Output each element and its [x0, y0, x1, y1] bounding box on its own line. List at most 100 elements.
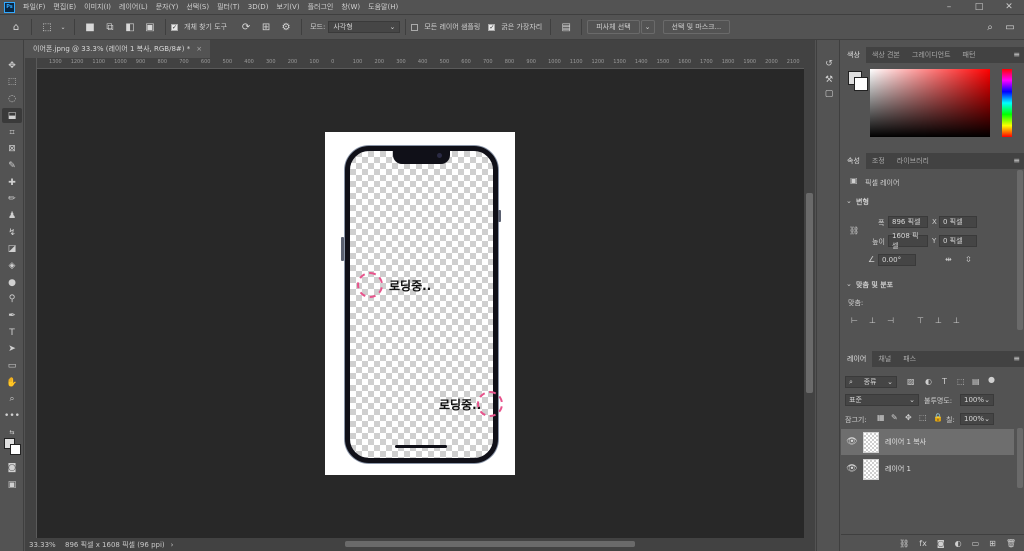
eye-icon[interactable]: 👁 [841, 437, 863, 447]
background-color-swatch[interactable] [10, 444, 21, 455]
marquee-tool-icon[interactable]: ⬚ [2, 74, 22, 89]
dodge-tool-icon[interactable]: ⚲ [2, 291, 22, 306]
align-left-icon[interactable]: ⊢ [851, 316, 858, 325]
lasso-tool-icon[interactable]: ◌ [2, 91, 22, 106]
tab-patterns[interactable]: 패턴 [957, 47, 982, 63]
vertical-scrollbar[interactable] [804, 58, 815, 538]
eraser-tool-icon[interactable]: ◪ [2, 241, 22, 256]
filter-pixel-icon[interactable]: ▨ [907, 377, 915, 386]
lock-position-icon[interactable]: ✥ [905, 413, 912, 422]
filter-toggle-icon[interactable]: ● [988, 375, 995, 384]
tab-swatches[interactable]: 색상 견본 [866, 47, 906, 63]
layer-name[interactable]: 레이어 1 복사 [885, 437, 926, 447]
select-subject-button[interactable]: 피사체 선택 [587, 20, 640, 34]
eyedropper-tool-icon[interactable]: ✎ [2, 158, 22, 173]
tab-paths[interactable]: 패스 [897, 351, 922, 367]
healing-brush-icon[interactable]: ✚ [2, 175, 22, 190]
link-icon[interactable]: ⛓ [849, 226, 859, 235]
panel-menu-icon[interactable]: ≡ [1013, 354, 1020, 363]
zoom-level[interactable]: 33.33% [29, 541, 65, 549]
select-subject-dropdown[interactable]: ⌄ [640, 20, 655, 34]
horizontal-scroll-thumb[interactable] [345, 541, 635, 547]
paint-bucket-icon[interactable]: ◈ [2, 258, 22, 273]
filter-type-icon[interactable]: T [942, 377, 947, 386]
align-chevron-icon[interactable]: ⌄ [846, 280, 852, 288]
menu-plugins[interactable]: 플러그인 [304, 2, 338, 12]
tab-gradients[interactable]: 그레이디언트 [906, 47, 957, 63]
menu-help[interactable]: 도움말(H) [364, 2, 402, 12]
auto-select-checkbox[interactable]: ✓ [171, 23, 178, 31]
height-field[interactable]: 1608 픽셀 [888, 232, 928, 250]
quick-mask-icon[interactable]: ◙ [2, 460, 22, 475]
link-layers-icon[interactable]: ⛓ [899, 539, 909, 548]
align-center-icon[interactable]: ⊥ [869, 316, 876, 325]
new-layer-icon[interactable]: ⊞ [989, 539, 996, 548]
tab-layers[interactable]: 레이어 [841, 351, 873, 367]
menu-select[interactable]: 선택(S) [182, 2, 213, 12]
eye-icon[interactable]: 👁 [841, 464, 863, 474]
gear-icon[interactable]: ⚙ [278, 19, 294, 35]
opacity-field[interactable]: 100% ⌄ [960, 394, 994, 406]
workspace-icon[interactable]: ▭ [1002, 19, 1018, 35]
home-icon[interactable]: ⌂ [8, 19, 24, 35]
color-picker-field[interactable] [870, 69, 990, 137]
path-select-icon[interactable]: ➤ [2, 341, 22, 356]
move-tool-icon[interactable]: ✥ [2, 58, 22, 73]
menu-edit[interactable]: 편집(E) [49, 2, 80, 12]
tab-properties[interactable]: 속성 [841, 153, 866, 169]
more-tools-icon[interactable]: ••• [2, 408, 22, 423]
lock-artboard-icon[interactable]: ⬚ [919, 413, 927, 422]
new-selection-icon[interactable]: ■ [82, 19, 98, 35]
angle-field[interactable]: 0.00° [878, 254, 916, 266]
align-right-icon[interactable]: ⊣ [887, 316, 894, 325]
blur-tool-icon[interactable]: ● [2, 275, 22, 290]
menu-3d[interactable]: 3D(D) [244, 3, 273, 11]
menu-window[interactable]: 창(W) [337, 2, 364, 12]
lock-pixels-icon[interactable]: ✎ [891, 413, 898, 422]
object-select-tool-icon[interactable]: ⬓ [2, 108, 22, 123]
select-and-mask-button[interactable]: 선택 및 마스크... [662, 20, 731, 34]
rectangle-tool-icon[interactable]: ▭ [2, 358, 22, 373]
hue-slider[interactable] [1002, 69, 1012, 137]
flip-vertical-icon[interactable]: ⇳ [965, 255, 972, 264]
zoom-tool-icon[interactable]: ⌕ [2, 391, 22, 406]
mode-select[interactable]: 사각형 ⌄ [328, 21, 401, 33]
menu-image[interactable]: 이미지(I) [80, 2, 115, 12]
close-window-icon[interactable]: ✕ [994, 0, 1024, 14]
show-all-objects-icon[interactable]: ⊞ [258, 19, 274, 35]
chevron-down-icon[interactable]: ⌄ [59, 19, 67, 35]
hand-tool-icon[interactable]: ✋ [2, 375, 22, 390]
history-brush-icon[interactable]: ↯ [2, 225, 22, 240]
type-tool-icon[interactable]: T [2, 325, 22, 340]
panel-menu-icon[interactable]: ≡ [1013, 156, 1020, 165]
close-tab-icon[interactable]: × [196, 45, 202, 53]
menu-view[interactable]: 보기(V) [272, 2, 303, 12]
layer-style-icon[interactable]: fx [919, 539, 927, 548]
width-field[interactable]: 896 픽셀 [888, 216, 928, 228]
filter-shape-icon[interactable]: ⬚ [957, 377, 965, 386]
vertical-scroll-thumb[interactable] [806, 193, 813, 393]
refresh-icon[interactable]: ⟳ [238, 19, 254, 35]
flip-horizontal-icon[interactable]: ⇹ [945, 255, 952, 264]
stamp-tool-icon[interactable]: ♟ [2, 208, 22, 223]
brush-tool-icon[interactable]: ✏ [2, 191, 22, 206]
align-header[interactable]: 맞춤 및 분포 [856, 280, 893, 290]
layer-name[interactable]: 레이어 1 [885, 464, 911, 474]
search-icon[interactable]: ⌕ [982, 19, 998, 35]
comments-icon[interactable]: ▢ [823, 88, 835, 100]
maximize-icon[interactable]: □ [964, 0, 994, 14]
tab-libraries[interactable]: 라이브러리 [891, 153, 935, 169]
filter-adjustment-icon[interactable]: ◐ [925, 377, 932, 386]
minimize-icon[interactable]: – [934, 0, 964, 14]
object-finder-icon[interactable]: ▤ [558, 19, 574, 35]
adjustment-layer-icon[interactable]: ◐ [955, 539, 962, 548]
layer-filter-select[interactable]: ⌕ 종류 ⌄ [845, 376, 897, 388]
lock-transparent-icon[interactable]: ▦ [877, 413, 885, 422]
document-canvas[interactable]: 로딩중.. 로딩중.. [325, 132, 515, 475]
subtract-selection-icon[interactable]: ◧ [122, 19, 138, 35]
pen-tool-icon[interactable]: ✒ [2, 308, 22, 323]
align-top-icon[interactable]: ⊤ [917, 316, 924, 325]
tool-presets-icon[interactable]: ⚒ [823, 74, 835, 86]
transform-chevron-icon[interactable]: ⌄ [846, 197, 852, 205]
layer-row[interactable]: 👁 레이어 1 복사 [841, 429, 1014, 455]
